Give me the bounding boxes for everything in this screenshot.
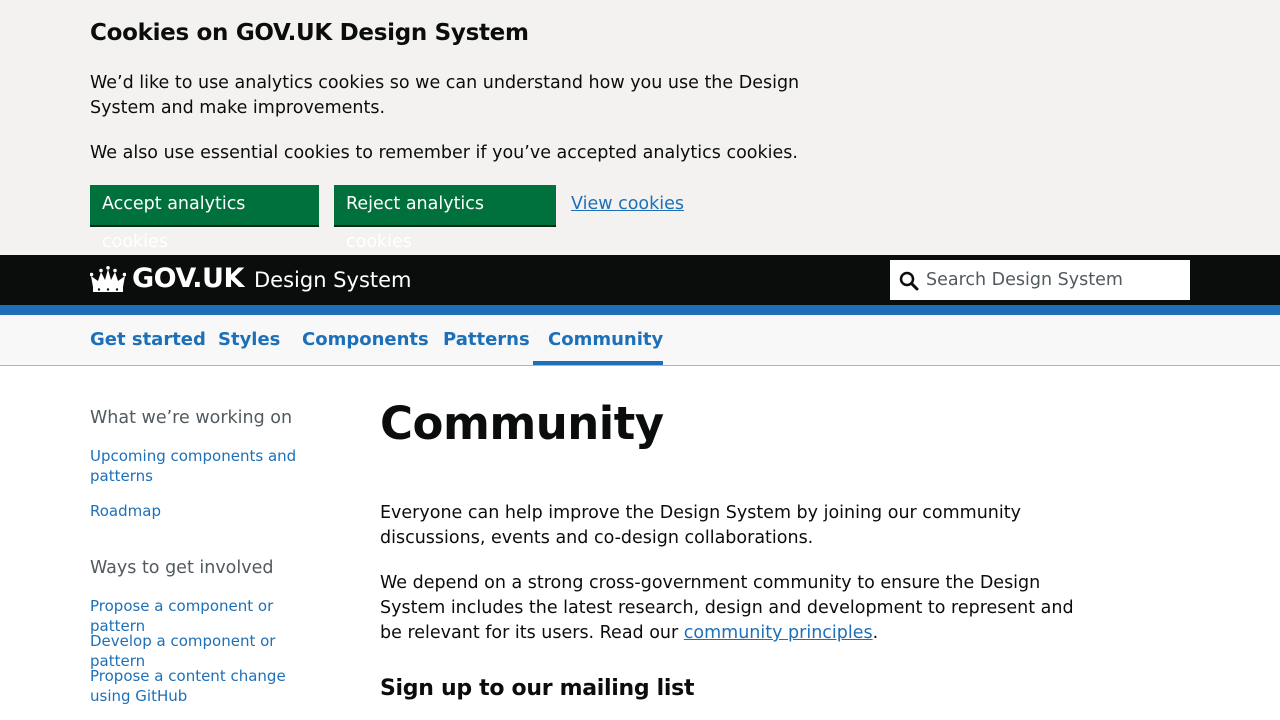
nav-item-community[interactable]: Community <box>548 329 663 350</box>
nav-item-styles[interactable]: Styles <box>218 329 280 350</box>
nav-item-components[interactable]: Components <box>302 329 429 350</box>
sidebar-link-content-change[interactable]: Propose a content change using GitHub <box>90 666 320 706</box>
search-box <box>890 260 1190 300</box>
sidebar-heading-get-involved: Ways to get involved <box>90 558 274 578</box>
reject-cookies-button[interactable]: Reject analytics cookies <box>334 185 556 252</box>
page-title: Community <box>380 397 664 450</box>
community-paragraph-end: . <box>872 623 879 643</box>
sidebar-heading-working-on: What we’re working on <box>90 408 293 428</box>
view-cookies-link[interactable]: View cookies <box>571 192 684 217</box>
intro-paragraph: Everyone can help improve the Design Sys… <box>380 503 1021 548</box>
cookie-banner-text: We’d like to use analytics cookies so we… <box>90 73 800 118</box>
sidebar-link-upcoming[interactable]: Upcoming components and patterns <box>90 446 320 486</box>
sidebar-link-roadmap[interactable]: Roadmap <box>90 501 320 521</box>
main-navigation: Get started Styles Components Patterns C… <box>0 315 1280 366</box>
nav-item-get-started[interactable]: Get started <box>90 329 206 350</box>
search-icon <box>899 271 919 291</box>
product-name-link[interactable]: Design System <box>254 268 412 292</box>
nav-item-patterns[interactable]: Patterns <box>443 329 530 350</box>
govuk-logo-link[interactable]: GOV.UK <box>132 263 244 294</box>
mailing-list-heading: Sign up to our mailing list <box>380 676 695 701</box>
sidebar-link-propose[interactable]: Propose a component or pattern <box>90 596 320 636</box>
cookie-banner: Cookies on GOV.UK Design System We’d lik… <box>0 0 1280 255</box>
header-blue-bar <box>0 305 1280 315</box>
cookie-banner-title: Cookies on GOV.UK Design System <box>90 20 529 46</box>
sidebar-link-develop[interactable]: Develop a component or pattern <box>90 631 320 671</box>
community-principles-link[interactable]: community principles <box>684 623 873 643</box>
accept-cookies-button[interactable]: Accept analytics cookies <box>90 185 319 252</box>
cookie-banner-essential-text: We also use essential cookies to remembe… <box>90 143 798 163</box>
search-input[interactable] <box>926 260 1186 300</box>
crown-icon <box>90 266 126 292</box>
nav-active-indicator <box>533 361 663 365</box>
community-paragraph: We depend on a strong cross-government c… <box>380 571 1090 646</box>
